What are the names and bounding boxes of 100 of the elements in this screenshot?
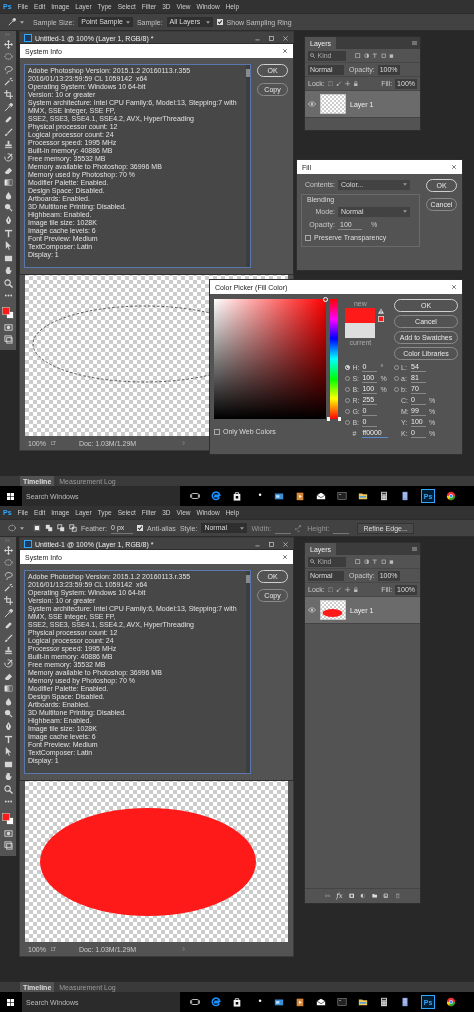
browser-icon[interactable] bbox=[446, 491, 456, 501]
shopping-bag-icon[interactable] bbox=[232, 491, 242, 501]
scrollbar[interactable] bbox=[246, 65, 250, 267]
add-selection-icon[interactable] bbox=[45, 524, 53, 532]
subtract-selection-icon[interactable] bbox=[57, 524, 65, 532]
zoom-tool-icon[interactable] bbox=[3, 784, 13, 794]
hand-tool-icon[interactable] bbox=[3, 772, 13, 782]
gradient-tool-icon[interactable] bbox=[3, 178, 13, 188]
adjustment-filter-icon[interactable] bbox=[363, 52, 369, 59]
maximize-icon[interactable] bbox=[268, 540, 275, 548]
visibility-toggle[interactable] bbox=[308, 607, 316, 613]
smart-object-filter-icon[interactable] bbox=[389, 52, 395, 59]
eraser-tool-icon[interactable] bbox=[3, 165, 13, 175]
type-filter-icon[interactable] bbox=[372, 558, 378, 565]
lasso-tool-icon[interactable] bbox=[3, 64, 13, 74]
eraser-tool-icon[interactable] bbox=[3, 671, 13, 681]
path-select-icon[interactable] bbox=[3, 747, 13, 757]
hand-tool-icon[interactable] bbox=[3, 266, 13, 276]
bandage-tool-icon[interactable] bbox=[3, 115, 13, 125]
task-view-icon[interactable] bbox=[190, 491, 200, 501]
intersect-selection-icon[interactable] bbox=[69, 524, 77, 532]
close-icon[interactable] bbox=[282, 554, 288, 560]
window-icon[interactable] bbox=[274, 491, 284, 501]
drop-tool-icon[interactable] bbox=[3, 190, 13, 200]
caret-icon[interactable] bbox=[20, 526, 24, 530]
envelope-icon[interactable] bbox=[316, 997, 326, 1007]
warning-icon[interactable] bbox=[378, 308, 385, 314]
quick-mask-icon[interactable] bbox=[3, 828, 13, 838]
wand-tool-icon[interactable] bbox=[3, 77, 13, 87]
terminal-icon[interactable] bbox=[337, 997, 347, 1007]
checkbox[interactable] bbox=[216, 19, 223, 25]
stamp-tool-icon[interactable] bbox=[3, 140, 13, 150]
window-icon[interactable] bbox=[274, 997, 284, 1007]
checkbox[interactable] bbox=[214, 428, 220, 435]
wand-tool-icon[interactable] bbox=[3, 583, 13, 593]
envelope-icon[interactable] bbox=[316, 491, 326, 501]
eyedropper-icon[interactable] bbox=[8, 18, 16, 26]
shopping-bag-icon[interactable] bbox=[232, 997, 242, 1007]
eyedropper-tool-icon[interactable] bbox=[3, 608, 13, 618]
hue-slider[interactable] bbox=[330, 299, 339, 419]
task-view-icon[interactable] bbox=[190, 997, 200, 1007]
slider-thumb[interactable] bbox=[327, 417, 342, 421]
stamp-tool-icon[interactable] bbox=[3, 646, 13, 656]
new-selection-icon[interactable] bbox=[33, 524, 41, 532]
move-tool-icon[interactable] bbox=[3, 39, 13, 49]
mask-icon[interactable] bbox=[348, 893, 355, 899]
media-icon[interactable] bbox=[295, 491, 305, 501]
adjustment-icon[interactable] bbox=[360, 893, 366, 899]
gradient-tool-icon[interactable] bbox=[3, 684, 13, 694]
document-icon[interactable] bbox=[400, 491, 410, 501]
checkbox[interactable] bbox=[305, 234, 311, 241]
color-field[interactable] bbox=[214, 299, 326, 419]
brush-icon[interactable] bbox=[336, 586, 342, 593]
browser-icon[interactable] bbox=[211, 997, 221, 1007]
terminal-icon[interactable] bbox=[337, 491, 347, 501]
visibility-toggle[interactable] bbox=[308, 101, 316, 107]
move-icon[interactable] bbox=[344, 586, 351, 593]
export-icon[interactable] bbox=[50, 947, 56, 951]
folder-icon[interactable] bbox=[358, 491, 368, 501]
crop-tool-icon[interactable] bbox=[3, 89, 13, 99]
type-tool-icon[interactable] bbox=[3, 228, 13, 238]
new-layer-icon[interactable] bbox=[383, 893, 389, 899]
rectangle-tool-icon[interactable] bbox=[3, 253, 13, 263]
color-swatches-icon[interactable] bbox=[2, 307, 14, 320]
export-icon[interactable] bbox=[50, 441, 56, 445]
caret-icon[interactable] bbox=[20, 20, 24, 24]
document-icon[interactable] bbox=[400, 997, 410, 1007]
browser-icon[interactable] bbox=[446, 997, 456, 1007]
close-icon[interactable] bbox=[282, 48, 288, 54]
screen-mode-icon[interactable] bbox=[3, 335, 13, 345]
type-filter-icon[interactable] bbox=[372, 52, 378, 59]
checkbox[interactable] bbox=[137, 525, 144, 531]
bandage-tool-icon[interactable] bbox=[3, 621, 13, 631]
brush-tool-icon[interactable] bbox=[3, 127, 13, 137]
eyedropper-tool-icon[interactable] bbox=[3, 102, 13, 112]
move-icon[interactable] bbox=[344, 80, 351, 87]
close-icon[interactable] bbox=[451, 164, 457, 170]
media-icon[interactable] bbox=[295, 997, 305, 1007]
lock-icon[interactable] bbox=[353, 586, 359, 593]
shape-filter-icon[interactable] bbox=[380, 52, 386, 59]
gamut-swatch-icon[interactable] bbox=[378, 316, 385, 322]
shape-filter-icon[interactable] bbox=[380, 558, 386, 565]
color-swatches-icon[interactable] bbox=[2, 813, 14, 826]
crop-tool-icon[interactable] bbox=[3, 595, 13, 605]
lasso-tool-icon[interactable] bbox=[3, 570, 13, 580]
screen-mode-icon[interactable] bbox=[3, 841, 13, 851]
calculator-icon[interactable] bbox=[379, 491, 389, 501]
folder-icon[interactable] bbox=[358, 997, 368, 1007]
dodge-tool-icon[interactable] bbox=[3, 709, 13, 719]
browser-icon[interactable] bbox=[211, 491, 221, 501]
smart-object-filter-icon[interactable] bbox=[389, 558, 395, 565]
scrollbar[interactable] bbox=[246, 571, 250, 773]
image-filter-icon[interactable] bbox=[355, 558, 361, 565]
dodge-tool-icon[interactable] bbox=[3, 203, 13, 213]
quick-mask-icon[interactable] bbox=[3, 322, 13, 332]
zoom-tool-icon[interactable] bbox=[3, 278, 13, 288]
rectangle-tool-icon[interactable] bbox=[3, 759, 13, 769]
start-button[interactable] bbox=[7, 492, 14, 500]
image-filter-icon[interactable] bbox=[355, 52, 361, 59]
pen-tool-icon[interactable] bbox=[3, 721, 13, 731]
